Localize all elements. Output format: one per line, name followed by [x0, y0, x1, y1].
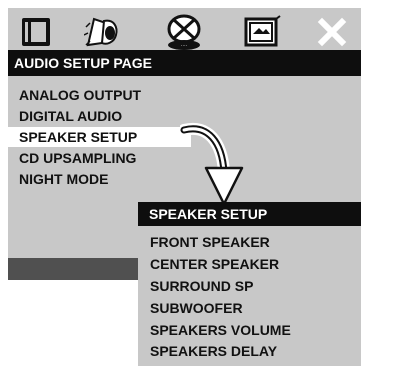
menu-item-night-mode[interactable]: NIGHT MODE [8, 169, 108, 189]
menu-item-speaker-setup[interactable]: SPEAKER SETUP [8, 127, 191, 147]
icon-tab-bar: ···· [8, 8, 361, 55]
submenu-item-surround-sp[interactable]: SURROUND SP [138, 276, 253, 296]
monitor-icon [22, 18, 50, 46]
menu-item-cd-upsampling[interactable]: CD UPSAMPLING [8, 148, 136, 168]
submenu-title: SPEAKER SETUP [138, 202, 361, 226]
submenu-item-speakers-delay[interactable]: SPEAKERS DELAY [138, 341, 277, 361]
submenu-item-center-speaker[interactable]: CENTER SPEAKER [138, 254, 279, 274]
tab-exit[interactable] [308, 12, 356, 52]
screen-photo-icon [244, 15, 281, 47]
pointer-arrow-icon [180, 122, 244, 206]
submenu-item-front-speaker[interactable]: FRONT SPEAKER [138, 232, 270, 252]
disc-icon: ···· [167, 14, 201, 50]
close-icon [317, 17, 347, 47]
menu-item-analog-output[interactable]: ANALOG OUTPUT [8, 85, 141, 105]
tab-general-setup[interactable] [12, 12, 60, 52]
svg-text:····: ···· [181, 43, 188, 49]
speaker-icon [84, 17, 118, 47]
menu-item-digital-audio[interactable]: DIGITAL AUDIO [8, 106, 122, 126]
tab-preference-setup[interactable] [238, 12, 286, 52]
tab-disc-setup[interactable]: ···· [160, 12, 208, 52]
tab-audio-setup[interactable] [82, 12, 130, 52]
submenu-item-subwoofer[interactable]: SUBWOOFER [138, 298, 243, 318]
submenu-item-speakers-volume[interactable]: SPEAKERS VOLUME [138, 320, 291, 340]
page-title: AUDIO SETUP PAGE [8, 50, 361, 76]
